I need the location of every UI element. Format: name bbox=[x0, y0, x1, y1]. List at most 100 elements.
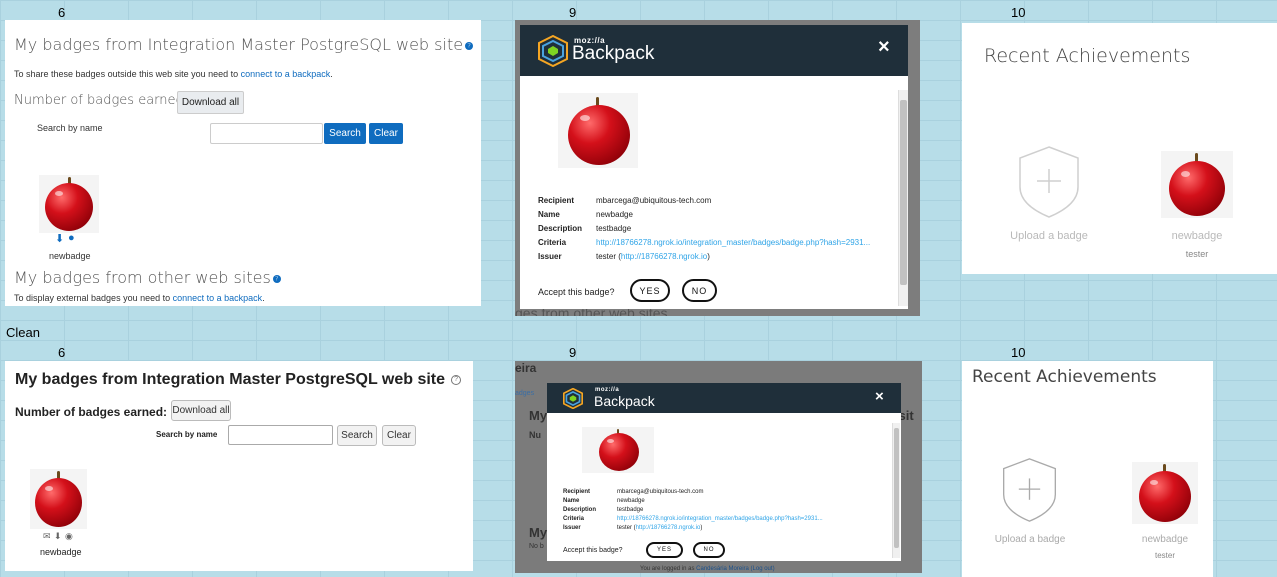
connect-backpack-link[interactable]: connect to a backpack bbox=[173, 293, 263, 303]
background-text: My bbox=[529, 525, 548, 540]
badge-name: newbadge bbox=[1171, 230, 1223, 242]
logged-in-footer: You are logged in as Candesária Moreira … bbox=[640, 566, 775, 572]
column-number: 10 bbox=[1011, 5, 1026, 20]
background-text: No b bbox=[529, 543, 544, 550]
download-icon[interactable]: ⬇ bbox=[54, 531, 62, 542]
name-value: newbadge bbox=[617, 498, 645, 504]
criteria-link[interactable]: http://18766278.ngrok.io/integration_mas… bbox=[596, 238, 870, 247]
backpack-screenshot-clean: eira adges My Nu b sit My No b moz://a B… bbox=[515, 361, 922, 573]
download-icon[interactable]: ⬇ bbox=[55, 232, 64, 245]
help-icon[interactable]: ? bbox=[272, 274, 281, 283]
recipient-label: Recipient bbox=[563, 489, 591, 495]
backpack-modal: moz://a Backpack × Recipient mbarcega@ubi… bbox=[547, 383, 901, 561]
upload-shield-icon[interactable] bbox=[1017, 145, 1081, 219]
name-label: Name bbox=[538, 210, 560, 219]
help-icon[interactable]: ? bbox=[451, 374, 462, 385]
recipient-value: mbarcega@ubiquitous-tech.com bbox=[617, 489, 704, 495]
issuer-label: Issuer bbox=[563, 525, 581, 531]
column-number: 9 bbox=[569, 5, 577, 20]
share-text: To share these badges outside this web s… bbox=[14, 69, 333, 79]
search-input[interactable] bbox=[210, 123, 323, 144]
brand-title: Backpack bbox=[572, 43, 655, 64]
column-number: 9 bbox=[569, 345, 577, 360]
criteria-label: Criteria bbox=[563, 516, 585, 522]
search-button[interactable]: Search bbox=[337, 425, 377, 446]
modal-header: moz://a Backpack × bbox=[547, 383, 901, 413]
description-label: Description bbox=[538, 224, 583, 233]
brand-title: Backpack bbox=[594, 393, 655, 409]
badge-image[interactable] bbox=[39, 175, 99, 233]
backpack-logo-icon bbox=[538, 35, 568, 67]
clear-button[interactable]: Clear bbox=[369, 123, 403, 144]
badge-issuer: tester bbox=[1185, 249, 1209, 259]
help-icon[interactable]: ? bbox=[465, 41, 474, 50]
page-title: My badges from Integration Master Postgr… bbox=[14, 35, 474, 54]
criteria-label: Criteria bbox=[538, 238, 567, 247]
badges-page-clean: My badges from Integration Master Postgr… bbox=[5, 361, 473, 571]
description-label: Description bbox=[563, 507, 597, 513]
background-text: Nu bbox=[529, 430, 541, 440]
badge-name: newbadge bbox=[40, 547, 82, 557]
no-button[interactable]: NO bbox=[682, 279, 717, 302]
name-label: Name bbox=[563, 498, 580, 504]
background-text: adges bbox=[515, 390, 535, 397]
column-number: 6 bbox=[58, 345, 66, 360]
upload-badge-label[interactable]: Upload a badge bbox=[992, 230, 1106, 242]
scrollbar[interactable] bbox=[892, 423, 900, 558]
view-icon[interactable]: ● bbox=[68, 232, 75, 244]
description-value: testbadge bbox=[617, 507, 644, 513]
search-input[interactable] bbox=[228, 425, 333, 445]
recent-achievements-panel-clean: Recent Achievements Upload a badge newba… bbox=[962, 361, 1213, 577]
badge-image[interactable] bbox=[1132, 462, 1198, 524]
badge-image bbox=[558, 93, 638, 168]
yes-button[interactable]: YES bbox=[646, 542, 683, 558]
accept-question: Accept this badge? bbox=[563, 547, 623, 554]
yes-button[interactable]: YES bbox=[630, 279, 670, 302]
badge-image[interactable] bbox=[30, 469, 87, 529]
mail-icon[interactable]: ✉ bbox=[43, 531, 51, 542]
issuer-link[interactable]: http://18766278.ngrok.io bbox=[636, 525, 701, 531]
close-icon[interactable]: × bbox=[878, 36, 890, 59]
view-icon[interactable]: ◉ bbox=[65, 531, 73, 542]
column-number: 10 bbox=[1011, 345, 1026, 360]
display-text: To display external badges you need to c… bbox=[14, 293, 265, 303]
badges-earned-label: Number of badges earned: 1 bbox=[14, 93, 201, 108]
search-button[interactable]: Search bbox=[324, 123, 366, 144]
other-sites-title: My badges from other web sites? bbox=[14, 268, 281, 287]
issuer-label: Issuer bbox=[538, 252, 562, 261]
user-link[interactable]: Candesária Moreira bbox=[696, 566, 749, 572]
recipient-label: Recipient bbox=[538, 196, 575, 205]
badge-issuer: tester bbox=[1154, 551, 1175, 560]
criteria-link[interactable]: http://18766278.ngrok.io/integration_mas… bbox=[617, 516, 823, 522]
modal-header: moz://a Backpack × bbox=[520, 25, 908, 76]
backpack-logo-icon bbox=[563, 388, 583, 409]
download-all-button[interactable]: Download all bbox=[177, 91, 244, 114]
close-icon[interactable]: × bbox=[875, 388, 884, 405]
badge-name: newbadge bbox=[49, 251, 91, 261]
name-value: newbadge bbox=[596, 210, 633, 219]
background-text: My bbox=[529, 408, 548, 423]
badge-image[interactable] bbox=[1161, 151, 1233, 218]
accept-question: Accept this badge? bbox=[538, 287, 615, 297]
scrollbar[interactable] bbox=[898, 90, 908, 306]
upload-badge-label[interactable]: Upload a badge bbox=[979, 534, 1081, 545]
logout-link[interactable]: (Log out) bbox=[751, 566, 775, 572]
upload-shield-icon[interactable] bbox=[1001, 457, 1058, 523]
page-title: My badges from Integration Master Postgr… bbox=[15, 371, 462, 389]
download-all-button[interactable]: Download all bbox=[171, 400, 231, 421]
row-label: Clean bbox=[6, 325, 40, 340]
backpack-modal: moz://a Backpack × Recipient mbarcega@ubi… bbox=[520, 25, 908, 309]
background-text: eira bbox=[515, 361, 537, 375]
achievements-title: Recent Achievements bbox=[984, 45, 1191, 67]
badges-page-boost: My badges from Integration Master Postgr… bbox=[5, 20, 481, 306]
badge-name: newbadge bbox=[1141, 534, 1189, 545]
search-label: Search by name bbox=[37, 123, 103, 133]
backpack-screenshot: ges from other web sites moz://a Backpac… bbox=[515, 20, 920, 316]
connect-backpack-link[interactable]: connect to a backpack bbox=[241, 69, 331, 79]
description-value: testbadge bbox=[596, 224, 632, 233]
clear-button[interactable]: Clear bbox=[382, 425, 416, 446]
no-button[interactable]: NO bbox=[693, 542, 725, 558]
column-number: 6 bbox=[58, 5, 66, 20]
badges-earned-label: Number of badges earned: 1 bbox=[15, 405, 178, 419]
issuer-link[interactable]: http://18766278.ngrok.io bbox=[621, 252, 707, 261]
